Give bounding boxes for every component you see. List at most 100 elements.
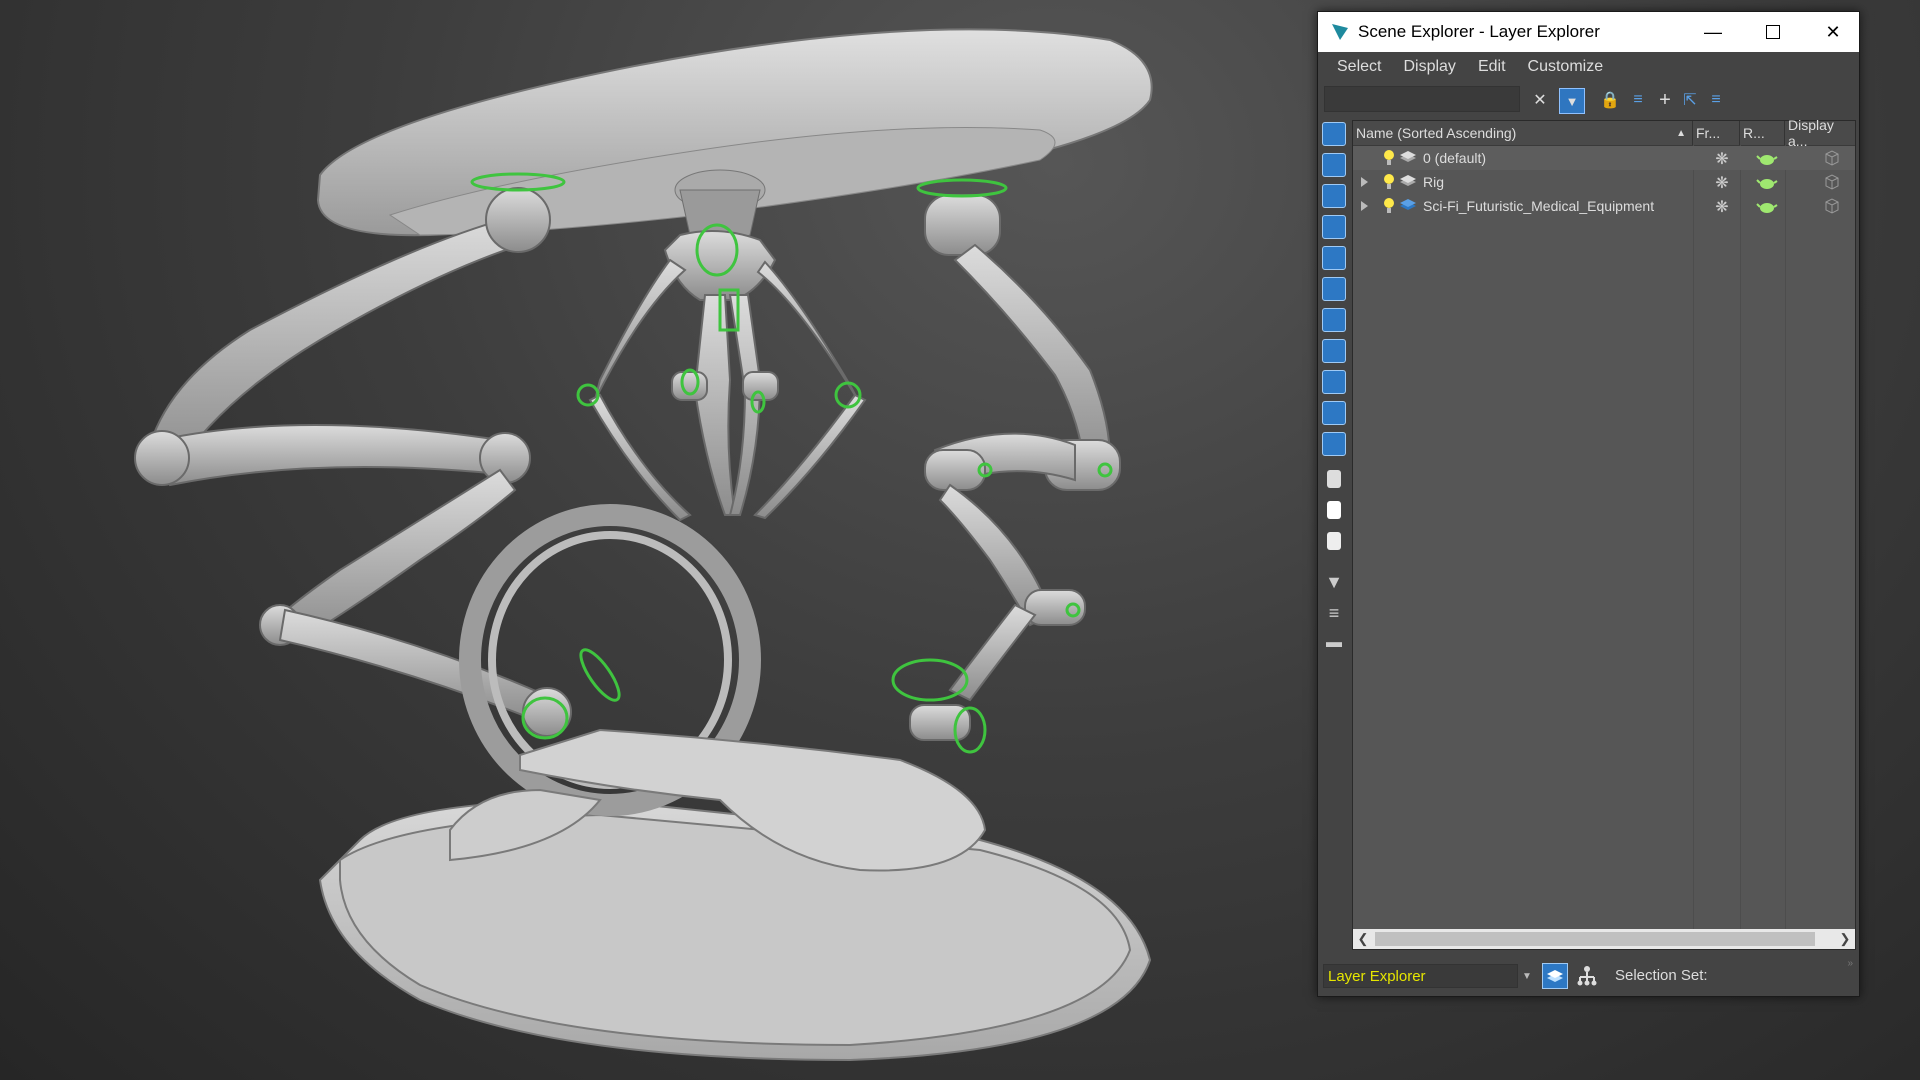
menu-edit[interactable]: Edit bbox=[1467, 58, 1517, 76]
sort-ascending-icon: ▲ bbox=[1676, 127, 1686, 139]
add-icon: + bbox=[1659, 88, 1671, 111]
minimize-button[interactable]: — bbox=[1683, 12, 1743, 52]
menu-customize[interactable]: Customize bbox=[1517, 58, 1615, 76]
freeze-snowflake-icon[interactable]: ❋ bbox=[1713, 149, 1731, 168]
object-xrefs-filter[interactable] bbox=[1322, 339, 1346, 363]
layer-select-icon: ≡ bbox=[1711, 91, 1721, 108]
filter-button[interactable]: ▼ bbox=[1322, 572, 1346, 596]
layer-name: Sci-Fi_Futuristic_Medical_Equipment bbox=[1423, 198, 1655, 214]
select-objects-icon: ⇱ bbox=[1683, 92, 1697, 109]
chevron-down-icon: ▼ bbox=[1522, 970, 1532, 982]
scene-explorer-window[interactable]: Scene Explorer - Layer Explorer — ✕ Sele… bbox=[1317, 11, 1860, 997]
display-box-icon[interactable] bbox=[1823, 149, 1841, 167]
column-divider bbox=[1785, 145, 1786, 929]
render-teapot-icon[interactable] bbox=[1756, 150, 1778, 166]
column-header: Name (Sorted Ascending) ▲ Fr... R... Dis… bbox=[1353, 117, 1855, 149]
column-name-label: Name (Sorted Ascending) bbox=[1356, 125, 1517, 141]
expand-arrow-icon[interactable] bbox=[1361, 177, 1368, 187]
expand-arrow-icon[interactable] bbox=[1361, 201, 1368, 211]
layer-list[interactable]: Name (Sorted Ascending) ▲ Fr... R... Dis… bbox=[1352, 117, 1856, 950]
maximize-button[interactable] bbox=[1743, 12, 1803, 52]
search-input[interactable] bbox=[1324, 86, 1520, 112]
collapse-button[interactable]: ▬ bbox=[1322, 634, 1346, 658]
column-name-header[interactable]: Name (Sorted Ascending) ▲ bbox=[1353, 121, 1693, 145]
select-none-button[interactable] bbox=[1327, 501, 1341, 519]
layer-select-button[interactable]: ≡ bbox=[1704, 88, 1728, 112]
cameras-filter[interactable] bbox=[1322, 215, 1346, 239]
sort-by-hierarchy-button[interactable] bbox=[1574, 963, 1600, 989]
column-render-header[interactable]: R... bbox=[1740, 121, 1785, 145]
bones-filter[interactable] bbox=[1322, 370, 1346, 394]
layer-name: Rig bbox=[1423, 174, 1445, 190]
add-button[interactable]: + bbox=[1653, 88, 1677, 112]
selection-set-label: Selection Set: bbox=[1615, 967, 1708, 984]
groups-filter[interactable] bbox=[1322, 308, 1346, 332]
menu-bar: Select Display Edit Customize bbox=[1318, 52, 1859, 82]
select-objects-button[interactable]: ⇱ bbox=[1678, 88, 1702, 112]
layer-row-rig[interactable]: Rig ❋ bbox=[1353, 170, 1855, 194]
scroll-left-icon[interactable]: ❮ bbox=[1353, 929, 1373, 949]
freeze-snowflake-icon[interactable]: ❋ bbox=[1713, 197, 1731, 216]
layer-name: 0 (default) bbox=[1423, 150, 1487, 166]
explorer-dropdown-button[interactable]: ▼ bbox=[1518, 964, 1536, 988]
layer-row-default[interactable]: 0 (default) ❋ bbox=[1353, 146, 1855, 170]
hierarchy-icon bbox=[1577, 966, 1597, 986]
sort-by-layer-button[interactable] bbox=[1542, 963, 1568, 989]
toolbar: ✕ ▼ 🔒 ≡ + ⇱ ≡ bbox=[1318, 82, 1859, 118]
left-robotic-arm bbox=[134, 187, 572, 737]
lock-button[interactable]: 🔒 bbox=[1598, 88, 1622, 112]
expand-chevron-icon[interactable]: » bbox=[1847, 958, 1853, 969]
column-render-label: R... bbox=[1743, 125, 1765, 141]
geometry-filter[interactable] bbox=[1322, 122, 1346, 146]
column-display-header[interactable]: Display a... bbox=[1785, 117, 1855, 149]
filter-icon: ▼ bbox=[1325, 572, 1343, 592]
clear-search-button[interactable]: ✕ bbox=[1528, 88, 1552, 112]
layer-icon bbox=[1400, 175, 1416, 186]
select-invert-button[interactable] bbox=[1327, 532, 1341, 550]
freeze-snowflake-icon[interactable]: ❋ bbox=[1713, 173, 1731, 192]
visibility-bulb-icon[interactable] bbox=[1383, 198, 1395, 214]
new-layer-button[interactable]: ≡ bbox=[1626, 88, 1650, 112]
helpers-filter[interactable] bbox=[1322, 246, 1346, 270]
containers-filter[interactable] bbox=[1322, 401, 1346, 425]
window-title: Scene Explorer - Layer Explorer bbox=[1358, 22, 1600, 41]
select-all-button[interactable] bbox=[1327, 470, 1341, 488]
column-frozen-header[interactable]: Fr... bbox=[1693, 121, 1740, 145]
display-box-icon[interactable] bbox=[1823, 173, 1841, 191]
display-box-icon[interactable] bbox=[1823, 197, 1841, 215]
horizontal-scrollbar[interactable]: ❮ ❯ bbox=[1353, 929, 1855, 949]
funnel-list-button[interactable]: ≡ bbox=[1322, 603, 1346, 627]
render-teapot-icon[interactable] bbox=[1756, 174, 1778, 190]
shapes-filter[interactable] bbox=[1322, 153, 1346, 177]
explorer-name-field[interactable]: Layer Explorer bbox=[1323, 964, 1518, 988]
filter-toggle-button[interactable]: ▼ bbox=[1559, 88, 1585, 114]
funnel-list-icon: ≡ bbox=[1328, 603, 1340, 623]
clear-x-icon: ✕ bbox=[1533, 92, 1547, 109]
close-icon: ✕ bbox=[1825, 21, 1841, 42]
maximize-icon bbox=[1766, 25, 1780, 39]
visibility-bulb-icon[interactable] bbox=[1383, 150, 1395, 166]
layers-icon bbox=[1547, 970, 1563, 982]
bottom-bar: Layer Explorer ▼ Selection Set: » bbox=[1318, 956, 1859, 996]
scroll-right-icon[interactable]: ❯ bbox=[1835, 929, 1855, 949]
minimize-icon: — bbox=[1704, 21, 1722, 42]
filter-toggle-icon: ▼ bbox=[1565, 93, 1579, 109]
title-bar[interactable]: Scene Explorer - Layer Explorer — ✕ bbox=[1318, 12, 1859, 52]
close-button[interactable]: ✕ bbox=[1803, 12, 1863, 52]
new-layer-icon: ≡ bbox=[1633, 91, 1643, 108]
column-divider bbox=[1740, 145, 1741, 929]
scrollbar-thumb[interactable] bbox=[1375, 932, 1815, 946]
ceiling-platform bbox=[316, 28, 1153, 243]
visibility-bulb-icon[interactable] bbox=[1383, 174, 1395, 190]
render-teapot-icon[interactable] bbox=[1756, 198, 1778, 214]
menu-display[interactable]: Display bbox=[1392, 58, 1466, 76]
frozen-filter[interactable] bbox=[1322, 432, 1346, 456]
layer-active-icon bbox=[1400, 199, 1416, 210]
explorer-name: Layer Explorer bbox=[1328, 967, 1426, 985]
patient-base bbox=[318, 798, 1152, 1062]
space-warps-filter[interactable] bbox=[1322, 277, 1346, 301]
layer-row-sci-fi-medical[interactable]: Sci-Fi_Futuristic_Medical_Equipment ❋ bbox=[1353, 194, 1855, 218]
right-robotic-arm bbox=[909, 194, 1121, 741]
lights-filter[interactable] bbox=[1322, 184, 1346, 208]
menu-select[interactable]: Select bbox=[1326, 58, 1392, 76]
